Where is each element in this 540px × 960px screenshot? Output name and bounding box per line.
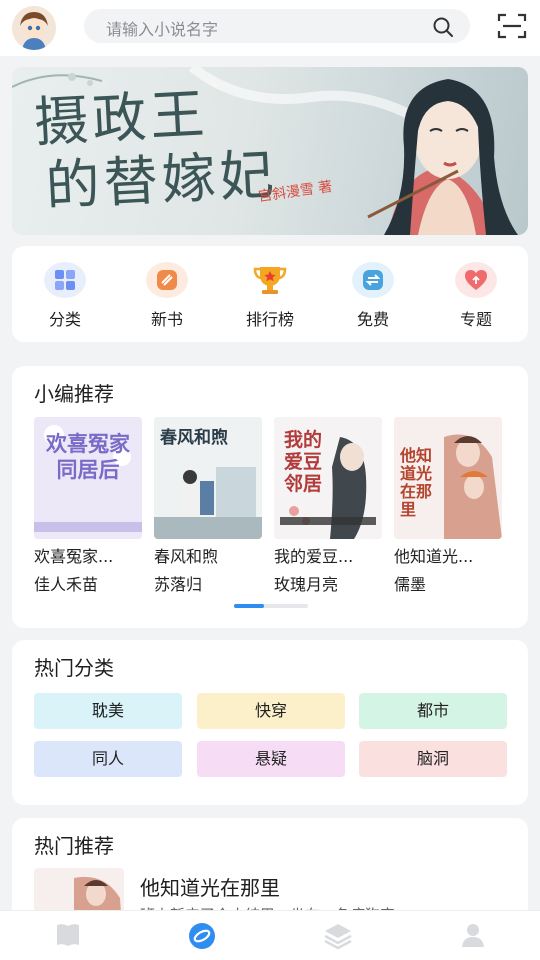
grid-icon: [44, 262, 86, 298]
tab-category[interactable]: [308, 921, 368, 955]
cover-title: 他知道光在那里: [400, 446, 433, 519]
category-tag[interactable]: 快穿: [197, 693, 345, 729]
book-title: 欢喜冤家...: [34, 547, 114, 566]
book-author: 佳人禾苗: [34, 575, 99, 594]
top-bar: 请输入小说名字: [0, 0, 540, 56]
trophy-icon: [249, 262, 291, 298]
banner-title-line2: 的替嫁妃: [44, 142, 280, 218]
banner-title-line1: 摄政王: [32, 82, 210, 155]
search-icon[interactable]: [432, 16, 454, 38]
carousel-indicator: [234, 604, 308, 608]
book-title[interactable]: 他知道光在那里: [140, 872, 280, 901]
category-layers-icon: [324, 924, 352, 949]
nav-free-label: 免费: [356, 310, 389, 329]
book-cover[interactable]: 我的爱豆邻居: [274, 417, 382, 539]
free-swap-icon: [352, 262, 394, 298]
nav-ranking-label: 排行榜: [245, 310, 294, 329]
book-author: 玫瑰月亮: [274, 575, 339, 594]
bookshelf-icon: [57, 924, 79, 946]
discover-icon: [189, 923, 215, 949]
book-cover[interactable]: 他知道光在那里: [394, 417, 502, 539]
carousel-indicator-active: [234, 604, 264, 608]
book-card[interactable]: 我的爱豆邻居 我的爱豆... 玫瑰月亮: [274, 417, 382, 595]
banner-illustration: [367, 79, 518, 235]
nav-new-books-label: 新书: [150, 310, 183, 329]
banner-title: 摄政王 的替嫁妃: [33, 79, 279, 219]
cover-title: 我的爱豆邻居: [284, 429, 323, 495]
nav-category-label: 分类: [48, 310, 81, 329]
profile-icon: [462, 924, 484, 947]
book-cover[interactable]: 欢喜冤家同居后: [34, 417, 142, 539]
book-title: 我的爱豆...: [274, 547, 354, 566]
book-title: 春风和煦: [154, 547, 219, 566]
book-author: 儒墨: [394, 575, 427, 594]
nav-free[interactable]: 免费: [333, 262, 413, 332]
category-tag[interactable]: 耽美: [34, 693, 182, 729]
search-placeholder: 请输入小说名字: [106, 20, 219, 39]
hot-categories-section: 热门分类 耽美 快穿 都市 同人 悬疑 脑洞: [12, 640, 528, 805]
bottom-nav: [0, 910, 540, 960]
nav-category[interactable]: 分类: [25, 262, 105, 332]
category-tag[interactable]: 悬疑: [197, 741, 345, 777]
category-tag[interactable]: 脑洞: [359, 741, 507, 777]
quick-nav: 分类 新书 排行榜 免费 专题: [12, 246, 528, 342]
tab-bookshelf[interactable]: [38, 921, 98, 955]
section-title: 热门分类: [34, 656, 114, 680]
nav-ranking[interactable]: 排行榜: [230, 262, 310, 332]
section-title: 热门推荐: [34, 834, 114, 858]
cover-title: 春风和煦: [160, 428, 228, 448]
editor-picks-section: 小编推荐 欢喜冤家同居后 欢喜冤家... 佳人禾苗 春风和煦 春风和煦 苏落归 …: [12, 366, 528, 628]
book-card[interactable]: 欢喜冤家同居后 欢喜冤家... 佳人禾苗: [34, 417, 142, 595]
book-card[interactable]: 他知道光在那里 他知道光... 儒墨: [394, 417, 502, 595]
book-title: 他知道光...: [394, 547, 474, 566]
category-tag[interactable]: 同人: [34, 741, 182, 777]
tab-profile[interactable]: [443, 921, 503, 955]
nav-topics-label: 专题: [459, 310, 492, 329]
heart-icon: [455, 262, 497, 298]
book-cover[interactable]: 春风和煦: [154, 417, 262, 539]
book-author: 苏落归: [154, 575, 203, 594]
nav-new-books[interactable]: 新书: [127, 262, 207, 332]
avatar[interactable]: [12, 6, 56, 50]
section-title: 小编推荐: [34, 382, 114, 406]
scan-icon[interactable]: [497, 12, 527, 40]
search-bar[interactable]: 请输入小说名字: [84, 9, 470, 43]
promo-banner[interactable]: 摄政王 的替嫁妃 宫斜漫雪 著: [12, 67, 528, 235]
cover-title: 欢喜冤家同居后: [46, 431, 130, 482]
new-book-icon: [146, 262, 188, 298]
category-tag[interactable]: 都市: [359, 693, 507, 729]
tab-discover[interactable]: [172, 921, 232, 955]
nav-topics[interactable]: 专题: [436, 262, 516, 332]
book-card[interactable]: 春风和煦 春风和煦 苏落归: [154, 417, 262, 595]
